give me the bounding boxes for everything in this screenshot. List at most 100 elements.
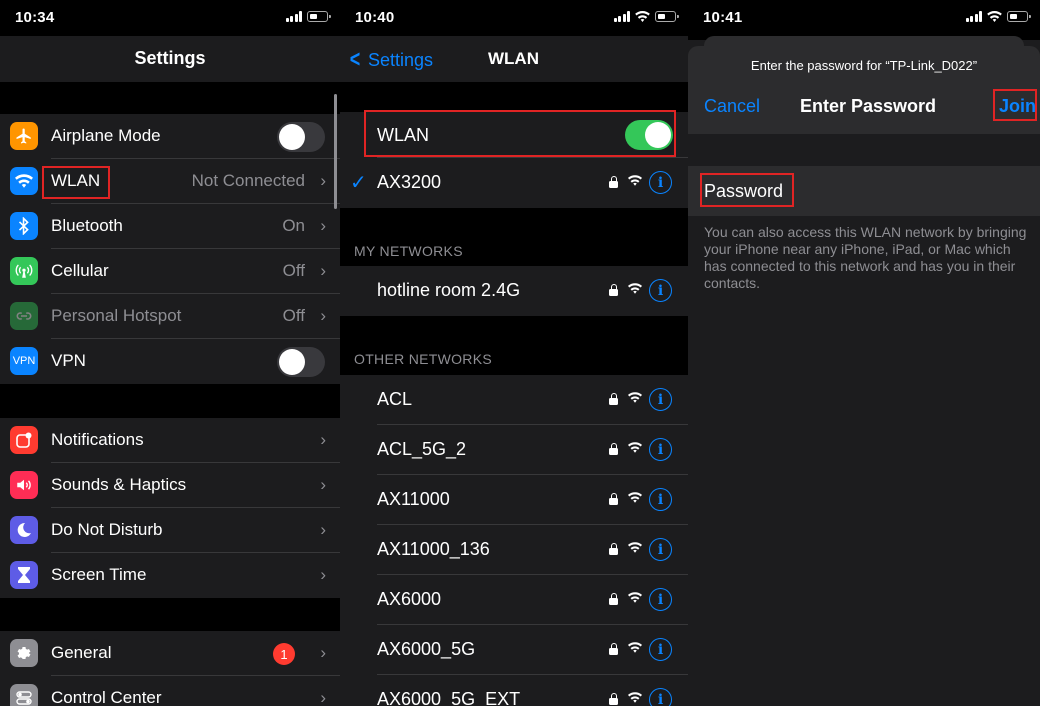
settings-row-control-center[interactable]: Control Center › [0,676,340,706]
settings-screen: 10:34 Settings Airplane Mode WLAN Not Co… [0,0,340,706]
wifi-status-icon [635,11,650,22]
wlan-status-value: Not Connected [191,171,305,190]
info-button[interactable]: i [649,388,672,411]
page-title: WLAN [488,49,539,68]
settings-row-do-not-disturb[interactable]: Do Not Disturb › [0,508,340,553]
password-highlight-box [700,173,794,207]
network-name: AX11000_136 [377,539,490,559]
network-row[interactable]: hotline room 2.4G i [340,266,688,316]
back-label: Settings [368,49,434,70]
bluetooth-status-value: On [282,216,305,235]
wifi-strength-icon [628,592,642,603]
wifi-strength-icon [628,175,642,186]
network-row[interactable]: AX11000 i [340,475,688,525]
battery-icon [1007,11,1031,22]
settings-row-screen-time[interactable]: Screen Time › [0,553,340,598]
network-row[interactable]: AX11000_136 i [340,525,688,575]
settings-row-notifications[interactable]: Notifications › [0,418,340,463]
hotspot-status-value: Off [282,306,305,325]
cellular-signal-icon [285,11,302,22]
network-row[interactable]: AX6000_5G i [340,625,688,675]
cancel-button[interactable]: Cancel [704,96,760,117]
info-button[interactable]: i [649,688,672,706]
network-name: AX6000_5G [377,639,476,659]
row-label: Screen Time [51,565,147,584]
lock-icon [609,643,618,655]
settings-row-airplane-mode[interactable]: Airplane Mode [0,114,340,159]
settings-row-cellular[interactable]: Cellular Off › [0,249,340,294]
chevron-right-icon: › [320,475,326,494]
hourglass-icon [10,561,38,589]
network-name: hotline room 2.4G [377,280,521,300]
network-row[interactable]: ACL_5G_2 i [340,425,688,475]
notifications-icon [10,426,38,454]
info-button[interactable]: i [649,438,672,461]
wlan-screen: 10:40 WLAN < Settings WLAN ✓ AX3200 i MY… [340,0,688,706]
info-button[interactable]: i [649,171,672,194]
settings-group-general: General 1 › Control Center › [0,631,340,706]
network-name: AX11000 [377,489,450,509]
row-label: General [51,643,112,662]
wifi-status-icon [987,11,1002,22]
settings-row-vpn[interactable]: VPN VPN [0,339,340,384]
network-name: AX6000_5G_EXT [377,689,521,706]
info-button[interactable]: i [649,279,672,302]
settings-row-sounds-haptics[interactable]: Sounds & Haptics › [0,463,340,508]
row-label: Cellular [51,261,109,280]
airplane-icon [10,122,38,150]
status-time: 10:41 [703,9,743,26]
settings-row-general[interactable]: General 1 › [0,631,340,676]
airplane-mode-toggle[interactable] [277,122,325,152]
back-button[interactable]: < Settings [348,46,433,74]
network-row[interactable]: AX6000_5G_EXT i [340,675,688,706]
lock-icon [609,393,618,405]
settings-row-bluetooth[interactable]: Bluetooth On › [0,204,340,249]
scrollbar[interactable] [334,94,337,209]
lock-icon [609,176,618,188]
cellular-signal-icon [613,11,630,22]
cellular-status-value: Off [282,261,305,280]
info-button[interactable]: i [649,588,672,611]
my-networks-header: MY NETWORKS [354,243,463,259]
lock-icon [609,443,618,455]
chevron-right-icon: › [320,306,326,325]
status-bar: 10:41 [688,0,1040,36]
other-networks-header: OTHER NETWORKS [354,351,492,367]
lock-icon [609,284,618,296]
cellular-icon [10,257,38,285]
wifi-strength-icon [628,492,642,503]
status-time: 10:40 [355,9,395,26]
vpn-toggle[interactable] [277,347,325,377]
page-title: Enter Password [800,96,937,116]
speaker-icon [10,471,38,499]
status-bar: 10:34 [0,0,340,36]
network-row[interactable]: AX6000 i [340,575,688,625]
share-password-note: You can also access this WLAN network by… [704,224,1027,291]
wlan-toggle-highlight-box [364,110,676,157]
status-time: 10:34 [15,9,55,26]
moon-icon [10,516,38,544]
chevron-right-icon: › [320,216,326,235]
info-button[interactable]: i [649,638,672,661]
wifi-strength-icon [628,642,642,653]
network-row[interactable]: ACL i [340,375,688,425]
info-button[interactable]: i [649,488,672,511]
network-name: ACL [377,389,413,409]
settings-row-personal-hotspot[interactable]: Personal Hotspot Off › [0,294,340,339]
my-networks-group: hotline room 2.4G i [340,266,688,316]
chevron-right-icon: › [320,261,326,280]
info-button[interactable]: i [649,538,672,561]
lock-icon [609,693,618,705]
wifi-strength-icon [628,283,642,294]
row-label: Control Center [51,688,162,706]
settings-group-connectivity: Airplane Mode WLAN Not Connected › Bluet… [0,114,340,384]
cellular-signal-icon [965,11,982,22]
lock-icon [609,543,618,555]
settings-group-notifications: Notifications › Sounds & Haptics › Do No… [0,418,340,598]
nav-bar: Settings [0,36,340,82]
connected-network-row[interactable]: ✓ AX3200 i [340,158,688,208]
row-label: Notifications [51,430,144,449]
bluetooth-icon [10,212,38,240]
wifi-icon [10,167,38,195]
row-label: Bluetooth [51,216,123,235]
